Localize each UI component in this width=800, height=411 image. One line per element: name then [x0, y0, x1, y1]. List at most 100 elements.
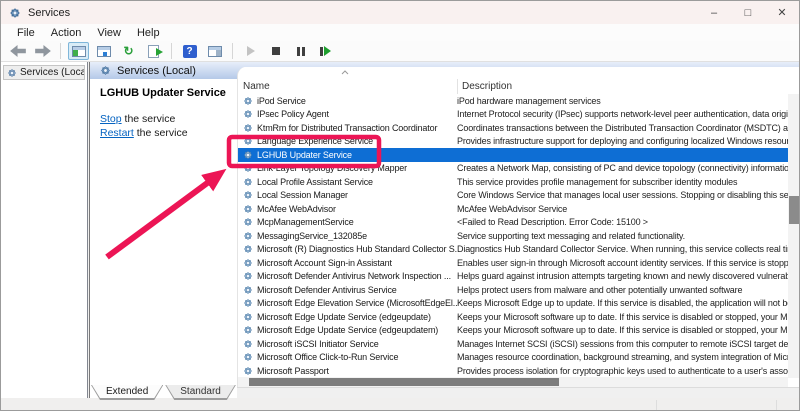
service-gear-icon	[243, 312, 253, 322]
service-description: Keeps your Microsoft software up to date…	[457, 325, 788, 335]
service-name: Microsoft Edge Elevation Service (Micros…	[257, 298, 457, 308]
service-description: Manages resource coordination, backgroun…	[457, 352, 788, 362]
table-row[interactable]: LGHUB Updater Service	[238, 148, 788, 162]
service-description: Manages Internet SCSI (iSCSI) sessions f…	[457, 339, 788, 349]
column-header-description[interactable]: Description	[462, 81, 512, 92]
service-description: Helps guard against intrusion attempts t…	[457, 271, 788, 281]
table-row[interactable]: iPod Service iPod hardware management se…	[238, 94, 788, 108]
panel-header-icon	[100, 65, 111, 76]
service-name: Language Experience Service	[257, 136, 373, 146]
toolbar-separator	[60, 43, 61, 59]
menu-bar: File Action View Help	[1, 24, 799, 41]
vertical-scrollbar[interactable]	[788, 94, 800, 378]
pause-service-icon[interactable]	[290, 42, 311, 60]
service-name: Microsoft Defender Antivirus Network Ins…	[257, 271, 451, 281]
services-list: Name Description iPod Service iPod hardw…	[237, 67, 800, 387]
toolbar-separator	[171, 43, 172, 59]
show-console-tree-icon[interactable]	[68, 42, 89, 60]
tab-extended[interactable]: Extended	[91, 385, 163, 400]
table-row[interactable]: Link-Layer Topology Discovery Mapper Cre…	[238, 162, 788, 176]
menu-action[interactable]: Action	[43, 26, 90, 40]
service-name: Microsoft Passport	[257, 366, 329, 376]
maximize-button[interactable]: □	[731, 1, 765, 24]
table-row[interactable]: Microsoft Defender Antivirus Service Hel…	[238, 283, 788, 297]
services-node-icon	[7, 68, 17, 78]
properties-window-icon[interactable]	[93, 42, 114, 60]
service-name: Microsoft Office Click-to-Run Service	[257, 352, 398, 362]
restart-service-link[interactable]: Restart	[100, 127, 134, 139]
service-gear-icon	[243, 271, 253, 281]
title-bar: Services – □ ✕	[1, 1, 799, 24]
stop-service-link[interactable]: Stop	[100, 113, 122, 125]
menu-help[interactable]: Help	[129, 26, 168, 40]
table-row[interactable]: Microsoft Edge Update Service (edgeupdat…	[238, 310, 788, 324]
view-tabs: Extended Standard	[91, 385, 238, 400]
service-gear-icon	[243, 190, 253, 200]
table-row[interactable]: Microsoft Account Sign-in Assistant Enab…	[238, 256, 788, 270]
table-row[interactable]: McpManagementService <Failed to Read Des…	[238, 216, 788, 230]
column-divider[interactable]	[457, 79, 458, 94]
table-row[interactable]: IPsec Policy Agent Internet Protocol sec…	[238, 108, 788, 122]
service-description: Provides process isolation for cryptogra…	[457, 366, 788, 376]
service-gear-icon	[243, 96, 253, 106]
table-row[interactable]: Microsoft Office Click-to-Run Service Ma…	[238, 351, 788, 365]
tree-item-services-local[interactable]: Services (Local)	[3, 65, 85, 80]
service-name: Microsoft Edge Update Service (edgeupdat…	[257, 312, 431, 322]
refresh-icon[interactable]: ↻	[118, 42, 139, 60]
restart-service-icon[interactable]	[315, 42, 336, 60]
forward-icon[interactable]	[32, 42, 53, 60]
service-name: Local Session Manager	[257, 190, 348, 200]
table-row[interactable]: Microsoft Edge Update Service (edgeupdat…	[238, 324, 788, 338]
service-name: Microsoft iSCSI Initiator Service	[257, 339, 379, 349]
help-icon[interactable]: ?	[179, 42, 200, 60]
service-description: Keeps Microsoft Edge up to update. If th…	[457, 298, 788, 308]
list-footer-strip	[237, 387, 800, 398]
tab-standard[interactable]: Standard	[165, 385, 236, 400]
menu-view[interactable]: View	[89, 26, 129, 40]
show-action-pane-icon[interactable]	[204, 42, 225, 60]
service-gear-icon	[243, 231, 253, 241]
table-row[interactable]: MessagingService_132085e Service support…	[238, 229, 788, 243]
minimize-button[interactable]: –	[697, 1, 731, 24]
service-gear-icon	[243, 285, 253, 295]
service-gear-icon	[243, 177, 253, 187]
services-window: Services – □ ✕ File Action View Help ↻	[0, 0, 800, 411]
table-row[interactable]: Microsoft Defender Antivirus Network Ins…	[238, 270, 788, 284]
tree-item-label: Services (Local)	[20, 67, 85, 78]
start-service-icon[interactable]	[240, 42, 261, 60]
column-header-name[interactable]: Name	[243, 81, 270, 92]
table-row[interactable]: McAfee WebAdvisor McAfee WebAdvisor Serv…	[238, 202, 788, 216]
table-row[interactable]: Microsoft (R) Diagnostics Hub Standard C…	[238, 243, 788, 257]
stop-service-icon[interactable]	[265, 42, 286, 60]
service-description: Core Windows Service that manages local …	[457, 190, 788, 200]
service-gear-icon	[243, 204, 253, 214]
service-description: <Failed to Read Description. Error Code:…	[457, 217, 788, 227]
service-name: LGHUB Updater Service	[257, 150, 352, 160]
service-name: Microsoft Edge Update Service (edgeupdat…	[257, 325, 438, 335]
service-gear-icon	[243, 150, 253, 160]
table-row[interactable]: KtmRm for Distributed Transaction Coordi…	[238, 121, 788, 135]
service-description: Helps protect users from malware and oth…	[457, 285, 788, 295]
export-list-icon[interactable]	[143, 42, 164, 60]
table-row[interactable]: Local Session Manager Core Windows Servi…	[238, 189, 788, 203]
table-row[interactable]: Language Experience Service Provides inf…	[238, 135, 788, 149]
menu-file[interactable]: File	[9, 26, 43, 40]
horizontal-scrollbar-thumb[interactable]	[249, 378, 559, 386]
main-panel: Services (Local) LGHUB Updater Service S…	[89, 62, 800, 398]
horizontal-scrollbar[interactable]	[238, 377, 788, 387]
back-icon[interactable]	[7, 42, 28, 60]
service-name: Link-Layer Topology Discovery Mapper	[257, 163, 407, 173]
table-row[interactable]: Local Profile Assistant Service This ser…	[238, 175, 788, 189]
service-name: Microsoft (R) Diagnostics Hub Standard C…	[257, 244, 457, 254]
vertical-scrollbar-thumb[interactable]	[789, 196, 800, 224]
service-name: Local Profile Assistant Service	[257, 177, 373, 187]
status-separator	[776, 400, 777, 410]
close-button[interactable]: ✕	[765, 1, 799, 24]
service-gear-icon	[243, 366, 253, 376]
table-row[interactable]: Microsoft Passport Provides process isol…	[238, 364, 788, 378]
window-title: Services	[28, 7, 70, 19]
stop-service-line: Stop the service	[100, 113, 237, 125]
service-gear-icon	[243, 339, 253, 349]
table-row[interactable]: Microsoft iSCSI Initiator Service Manage…	[238, 337, 788, 351]
table-row[interactable]: Microsoft Edge Elevation Service (Micros…	[238, 297, 788, 311]
